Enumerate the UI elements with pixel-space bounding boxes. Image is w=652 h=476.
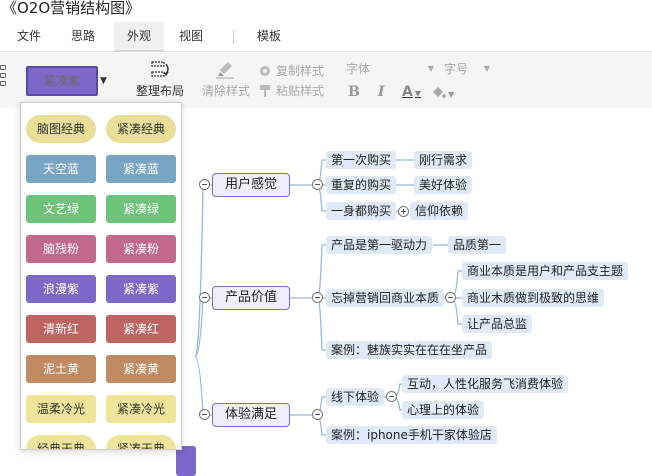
topic-faith-dependence[interactable]: 信仰依赖 [410,202,469,220]
menu-file[interactable]: 文件 [8,22,50,52]
root-node[interactable] [176,446,196,476]
topic-forget-marketing[interactable]: 忘掉营销回商业本质 [326,289,445,307]
topic-extreme-thinking[interactable]: 商业木质做到极致的思维 [462,289,605,307]
fill-bucket-icon [433,87,446,98]
topic-lifetime-purchase[interactable]: 一身都购买 [326,202,397,220]
clear-style-button[interactable]: 清除样式 [200,60,252,99]
menu-divider [233,30,234,44]
collapse-toggle-icon[interactable] [445,292,456,303]
branch-experience[interactable]: 体验满足 [212,403,291,427]
collapse-toggle-icon[interactable] [199,179,210,190]
topic-product-director[interactable]: 让产品总监 [462,315,533,333]
menu-template[interactable]: 模板 [248,22,290,52]
copy-style-button[interactable]: 复制样式 [258,62,324,80]
toolbar-grip-icon[interactable] [0,65,6,95]
font-color-label: A [402,84,413,100]
theme-option[interactable]: 紧凑蓝 [106,155,176,183]
fill-color-caret-icon: ▼ [448,90,455,99]
topic-business-essence[interactable]: 商业本质是用户和产品支主题 [462,262,629,280]
theme-dropdown-caret-icon[interactable]: ▼ [100,73,110,89]
font-color-button[interactable]: A ▼ [402,84,421,100]
fill-color-button[interactable]: ▼ [430,86,454,104]
branch-product-value[interactable]: 产品价值 [212,286,291,310]
font-dropdown-caret-icon: ▼ [427,64,434,73]
menu-appearance[interactable]: 外观 [114,22,164,52]
collapse-toggle-icon[interactable] [312,409,323,420]
expand-toggle-icon[interactable] [398,206,409,217]
topic-product-first-driver[interactable]: 产品是第一驱动力 [326,236,433,254]
theme-option[interactable]: 脑图经典 [26,115,96,143]
clear-style-label: 清除样式 [201,84,250,98]
theme-option[interactable]: 紧凑绿 [106,195,176,223]
arrange-layout-label: 整理布局 [135,84,184,98]
menu-view[interactable]: 视图 [170,22,212,52]
theme-option[interactable]: 温柔冷光 [26,395,96,423]
topic-case-iphone[interactable]: 案例：iphone手机干家体验店 [326,426,497,444]
theme-option[interactable]: 文艺绿 [26,195,96,223]
topic-psychological-experience[interactable]: 心理上的体验 [402,401,485,419]
clear-style-icon [216,62,234,79]
font-family-select[interactable]: 字体 ▼ [346,60,434,78]
theme-dropdown-panel: 脑图经典 紧凑经典 天空蓝 紧凑蓝 文艺绿 紧凑绿 脑残粉 紧凑粉 浪漫紫 紧凑紫 清新红 紧凑红 泥土… [20,102,182,450]
font-family-placeholder: 字体 [346,62,371,76]
theme-option[interactable]: 紧凑天典 [106,435,176,449]
theme-select-button[interactable]: 紧凑紫 [26,66,98,96]
menu-idea[interactable]: 思路 [62,22,104,52]
collapse-toggle-icon[interactable] [199,292,210,303]
paste-style-label: 粘贴样式 [276,84,325,98]
theme-option[interactable]: 紧凑冷光 [106,395,176,423]
theme-option[interactable]: 紧凑黄 [106,355,176,383]
theme-option[interactable]: 经典天典 [26,435,96,449]
theme-option[interactable]: 紧凑红 [106,315,176,343]
topic-rigid-demand[interactable]: 刚行需求 [414,151,473,169]
menu-bar: 文件 思路 外观 视图 模板 [0,22,652,52]
bold-button[interactable]: B [348,84,360,100]
topic-quality-first[interactable]: 品质第一 [448,236,507,254]
theme-option[interactable]: 紧凑经典 [106,115,176,143]
theme-option[interactable]: 清新红 [26,315,96,343]
collapse-toggle-icon[interactable] [386,391,397,402]
font-size-select[interactable]: 字号 ▼ [444,60,490,78]
topic-case-meizu[interactable]: 案例：魅族实实在在在坐产品 [326,341,493,359]
theme-option[interactable]: 泥土黄 [26,355,96,383]
theme-option[interactable]: 脑残粉 [26,235,96,263]
topic-first-purchase[interactable]: 第一次购买 [326,151,397,169]
arrange-layout-icon [151,61,169,77]
font-size-placeholder: 字号 [444,62,469,76]
font-color-caret-icon: ▼ [414,89,421,98]
size-dropdown-caret-icon: ▼ [483,64,490,73]
topic-repeat-purchase[interactable]: 重复的购买 [326,176,397,194]
paste-style-icon [260,85,270,97]
theme-option[interactable]: 紧凑粉 [106,235,176,263]
topic-offline-experience[interactable]: 线下体验 [326,388,385,406]
topic-interactive-service[interactable]: 互动，人性化服务飞消费体验 [402,375,569,393]
theme-option[interactable]: 紧凑紫 [106,275,176,303]
collapse-toggle-icon[interactable] [312,292,323,303]
theme-option[interactable]: 浪漫紫 [26,275,96,303]
collapse-toggle-icon[interactable] [312,179,323,190]
arrange-layout-button[interactable]: 整理布局 [134,60,186,99]
theme-option[interactable]: 天空蓝 [26,155,96,183]
italic-button[interactable]: I [378,84,385,100]
paste-style-button[interactable]: 粘贴样式 [258,82,324,100]
collapse-toggle-icon[interactable] [199,409,210,420]
document-title: 《O2O营销结构图》 [2,0,141,17]
copy-style-label: 复制样式 [276,64,325,78]
copy-style-icon [260,66,270,76]
topic-good-experience[interactable]: 美好体验 [414,176,473,194]
branch-user-feeling[interactable]: 用户感觉 [212,173,291,197]
